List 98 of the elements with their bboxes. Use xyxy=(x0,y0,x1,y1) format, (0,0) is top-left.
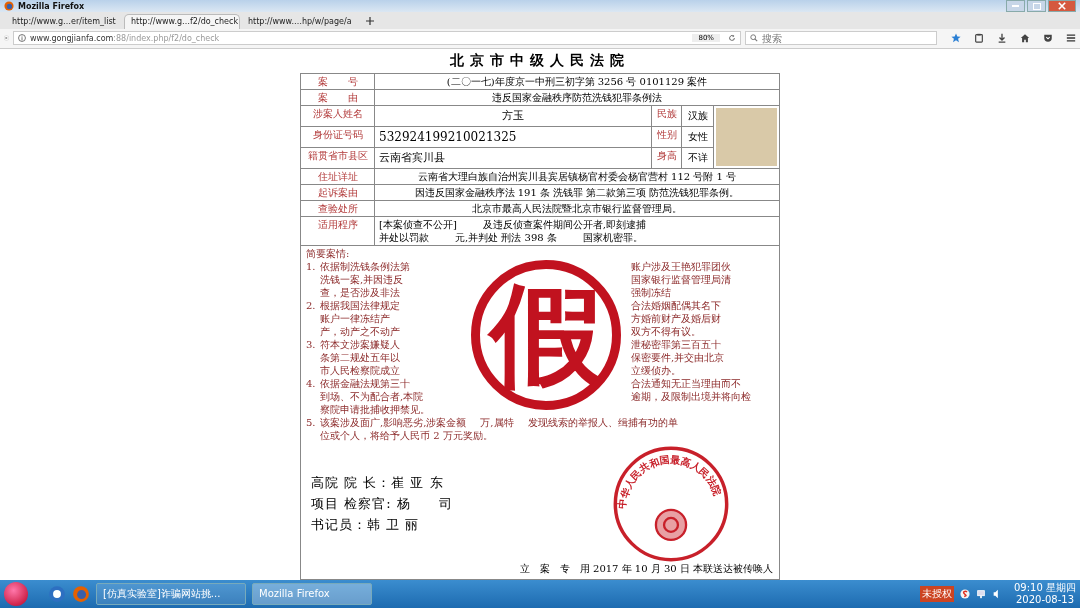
signature-line: 书记员：韩 卫 丽 xyxy=(311,515,421,534)
clock-time[interactable]: 09:10 星期四 xyxy=(1014,581,1076,594)
case-text: 根据我国法律规定 xyxy=(320,298,401,312)
item-number: 2. xyxy=(306,298,317,312)
document-footer: 立 案 专 用 2017 年 10 月 30 日 本联送达被传唤人 xyxy=(300,561,780,580)
clock-date[interactable]: 2020-08-13 xyxy=(1015,593,1075,606)
status-badge[interactable]: 未授权 xyxy=(920,585,954,602)
case-text: 强制冻结 xyxy=(630,285,672,299)
info-icon xyxy=(18,34,26,42)
case-text: 双方不得有议。 xyxy=(630,324,702,338)
field-value: 及违反侦查案件期间公开者,即刻逮捕 xyxy=(482,217,646,231)
case-text: 到场、不为配合者,本院 xyxy=(320,389,425,403)
app-tray-icon[interactable] xyxy=(960,588,970,599)
network-icon[interactable] xyxy=(976,588,986,599)
start-button[interactable] xyxy=(4,581,28,606)
firefox-logo-icon xyxy=(4,1,14,12)
clipboard-icon[interactable] xyxy=(974,33,984,43)
photo-placeholder xyxy=(716,107,777,166)
reload-icon[interactable] xyxy=(728,34,736,42)
field-value: 云南省宾川县 xyxy=(375,147,652,169)
case-text: 符本文涉案嫌疑人 xyxy=(320,337,401,351)
case-heading: 简要案情: xyxy=(306,247,351,260)
document-title: 北京市中级人民法院 xyxy=(449,51,631,70)
search-input[interactable]: 搜索 xyxy=(762,32,932,44)
field-label: 适用程序 xyxy=(301,216,375,246)
case-text: 产，动产之不动产 xyxy=(320,324,401,338)
case-text: 位或个人，将给予人民币 2 万元奖励。 xyxy=(320,428,493,442)
field-value: 北京市最高人民法院暨北京市银行监督管理局。 xyxy=(375,200,780,217)
item-number: 4. xyxy=(306,376,317,390)
field-label: 起诉案由 xyxy=(301,184,375,201)
case-text: 账户涉及王艳犯罪团伙 xyxy=(630,259,732,273)
case-text: 依据制洗钱条例法第 xyxy=(320,259,411,273)
pocket-icon[interactable] xyxy=(1043,33,1053,43)
taskbar-button[interactable]: [仿真实验室]诈骗网站挑... xyxy=(96,582,246,605)
field-label: 涉案人姓名 xyxy=(301,105,375,127)
field-label: 案 由 xyxy=(301,89,375,106)
restore-button[interactable] xyxy=(1027,0,1046,13)
case-text: 立缓侦办。 xyxy=(630,363,682,377)
bookmark-star-icon[interactable] xyxy=(951,33,961,43)
case-text: 发现线索的举报人、缉捕有功的单 xyxy=(527,415,678,429)
app-icon[interactable] xyxy=(48,584,66,603)
window-title: Mozilla Firefox xyxy=(18,1,85,11)
field-value: 云南省大理白族自治州宾川县宾居镇杨官村委会杨官营村 112 号附 1 号 xyxy=(375,168,780,185)
case-text: 查，是否涉及非法 xyxy=(320,285,401,299)
case-text: 方婚前财产及婚后财 xyxy=(630,311,722,325)
signature-line: 项目 检察官: 杨 司 xyxy=(311,494,453,513)
field-value: [本案侦查不公开] xyxy=(379,217,457,231)
field-value: (二〇一七)年度京一中刑三初字第 3256 号 0101129 案件 xyxy=(375,73,780,90)
field-value: 不详 xyxy=(682,147,714,169)
search-icon xyxy=(750,34,758,42)
field-value: 因违反国家金融秩序法 191 条 洗钱罪 第二款第三项 防范洗钱犯罪条例。 xyxy=(375,184,780,201)
case-text: 该案涉及面广,影响恶劣,涉案金额 xyxy=(320,415,467,429)
case-text: 合法通知无正当理由而不 xyxy=(630,376,742,390)
signature-line: 高院 院 长：崔 亚 东 xyxy=(311,473,445,492)
field-value: 违反国家金融秩序防范洗钱犯罪条例法 xyxy=(375,89,780,106)
close-icon xyxy=(1058,2,1066,11)
case-text: 国家银行监督管理局清 xyxy=(630,272,732,286)
field-label: 身高 xyxy=(652,147,682,169)
browser-tab[interactable]: http://www.g…f2/do_check xyxy=(124,13,240,29)
menu-icon[interactable] xyxy=(1066,33,1076,43)
field-value: 元,并判处 刑法 398 条 xyxy=(455,230,557,244)
item-number: 3. xyxy=(306,337,317,351)
field-label: 籍贯省市县区 xyxy=(301,147,375,169)
field-label: 查验处所 xyxy=(301,200,375,217)
field-value: 国家机密罪。 xyxy=(582,230,643,244)
seal-text: 中华人民共和国最高人民法院 xyxy=(616,453,724,509)
browser-tab[interactable]: http://www.g…er/item_list xyxy=(6,13,122,29)
case-text: 察院申请批捕收押禁见。 xyxy=(320,402,430,416)
field-label: 住址详址 xyxy=(301,168,375,185)
case-text: 合法婚姻配偶其名下 xyxy=(630,298,722,312)
field-value: 方玉 xyxy=(375,105,652,127)
new-tab-icon[interactable] xyxy=(366,16,374,25)
case-text: 逾期，及限制出境并将向检 xyxy=(630,389,752,403)
case-text: 泄秘密罪第三百五十 xyxy=(630,337,722,351)
minimize-button[interactable] xyxy=(1006,0,1025,13)
case-text: 万,属特 xyxy=(480,415,514,429)
item-number: 1. xyxy=(306,259,317,273)
field-value: 女性 xyxy=(682,126,714,148)
case-text: 洗钱一案,并因违反 xyxy=(320,272,405,286)
case-text: 依据金融法规第三十 xyxy=(320,376,411,390)
download-icon[interactable] xyxy=(997,33,1007,43)
case-text: 市人民检察院成立 xyxy=(320,363,401,377)
field-value: 汉族 xyxy=(682,105,714,127)
item-number: 5. xyxy=(306,415,317,429)
field-value: 并处以罚款 xyxy=(379,230,429,244)
case-text: 条第二规处五年以 xyxy=(320,350,401,364)
field-label: 性别 xyxy=(652,126,682,148)
field-label: 民族 xyxy=(652,105,682,127)
home-icon[interactable] xyxy=(1020,33,1030,43)
close-button[interactable] xyxy=(1048,0,1076,13)
case-text: 账户一律冻结产 xyxy=(320,311,391,325)
field-value: 532924199210021325 xyxy=(375,126,652,148)
case-text: 保密要件,并交由北京 xyxy=(630,350,726,364)
browser-tab[interactable]: http://www.…hp/w/page/a xyxy=(242,13,358,29)
seal-emblem-drawing xyxy=(654,508,688,541)
field-label: 案 号 xyxy=(301,73,375,90)
search-field[interactable]: 搜索 xyxy=(745,31,937,45)
field-label: 身份证号码 xyxy=(301,126,375,148)
